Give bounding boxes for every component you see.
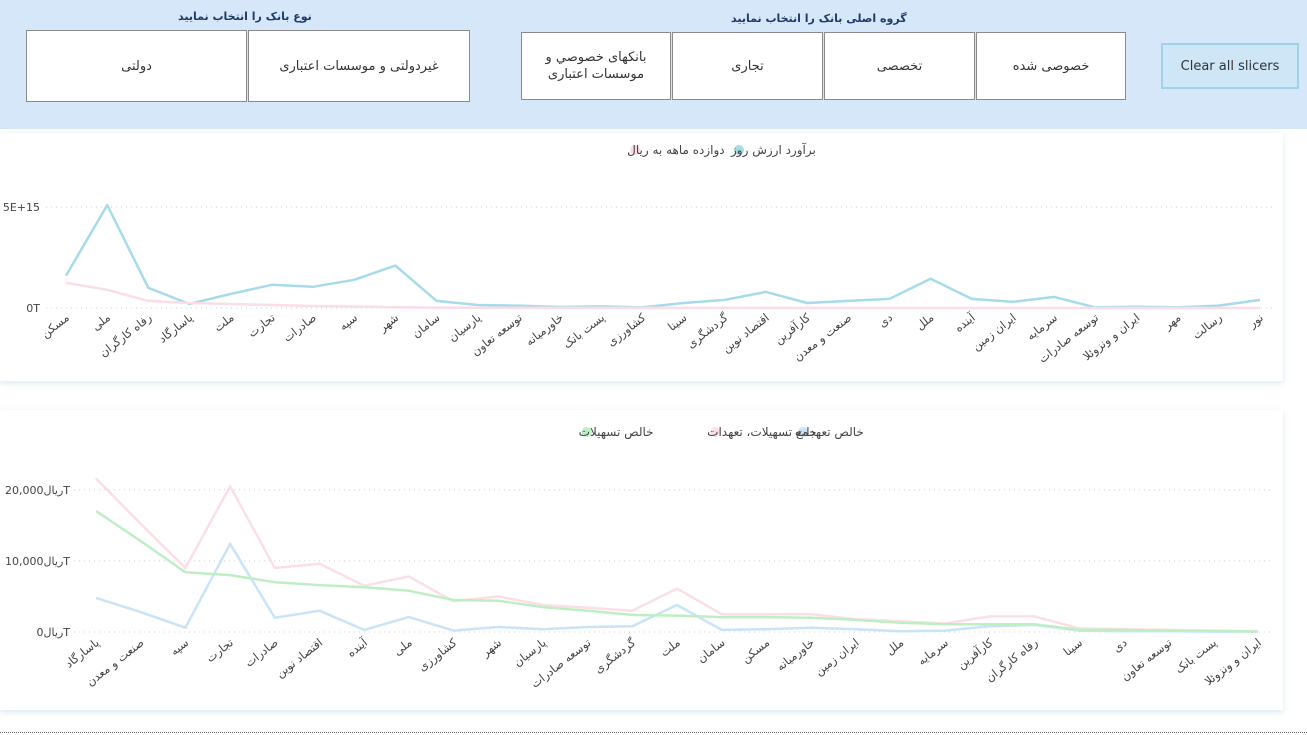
x-tick-label: سینا [665, 310, 689, 333]
estimated-value-line-chart: 0T 5E+15 برآورد ارزش روز دوازده ماهه به ریا… [3, 142, 1272, 367]
x-tick-label: ایران زمین [812, 635, 862, 679]
y-tick-label: ریال10,000T [5, 555, 70, 568]
bank-type-slicer-title: نوع بانک را انتخاب نمایید [178, 10, 312, 23]
chart-panel-2: ریال0T ریال10,000T ریال20,000T خالص تعهدات ج… [0, 410, 1283, 710]
x-tick-label: کشاورزی [604, 310, 649, 350]
legend: خالص تعهداتجمع تسهیلات، تعهداتخالص تسهیل… [579, 425, 864, 440]
x-tick-label: تجارت [203, 635, 236, 666]
x-tick-label: آینده [952, 310, 979, 335]
x-tick-label: شهر [478, 635, 505, 661]
divider [0, 732, 1307, 733]
x-tick-label: سپه [336, 310, 360, 333]
x-tick-label: صادرات [242, 635, 281, 670]
x-tick-label: پاسارگاد [62, 635, 102, 671]
legend-label: خالص تسهیلات [579, 425, 654, 440]
x-tick-label: سینا [1061, 635, 1085, 658]
x-tick-label: گردشگری [591, 635, 639, 677]
y-tick-label: 0T [26, 302, 40, 315]
slicer-option-private-banks[interactable]: بانکهای خصوصي و موسسات اعتباری [521, 32, 671, 100]
legend-label: جمع تسهیلات، تعهدات [707, 425, 817, 439]
legend-label: برآورد ارزش روز [730, 142, 816, 158]
x-tick-label: شهر [375, 310, 402, 336]
x-tick-label: ایران زمین [969, 310, 1019, 354]
x-tick-label: مسکن [739, 635, 773, 666]
x-tick-label: پست بانک [560, 310, 607, 351]
slicer-option-specialized[interactable]: تخصصی [824, 32, 975, 100]
x-tick-label: آینده [344, 635, 371, 660]
slicer-option-state[interactable]: دولتی [26, 30, 247, 102]
x-tick-label: کشاورزی [415, 635, 460, 675]
clear-all-slicers-button[interactable]: Clear all slicers [1161, 43, 1299, 89]
facilities-commitments-line-chart: ریال0T ریال10,000T ریال20,000T خالص تعهداتج… [5, 425, 1272, 692]
y-tick-label: ریال0T [37, 626, 71, 639]
x-tick-label: ملت [211, 310, 236, 334]
x-tick-label: تجارت [245, 310, 278, 341]
series-line-2 [95, 510, 1259, 633]
slicer-panel: نوع بانک را انتخاب نمایید دولتی غیردولتی… [0, 0, 1307, 129]
x-tick-label: ملل [913, 310, 936, 333]
bank-group-slicer-title: گروه اصلی بانک را انتخاب نمایید [731, 12, 907, 25]
x-tick-label: ملی [391, 635, 415, 658]
x-tick-label: نور [1245, 310, 1267, 331]
y-tick-label: ریال20,000T [5, 484, 70, 497]
x-tick-label: سپه [167, 635, 191, 658]
x-tick-label: مهر [1160, 310, 1184, 333]
x-tick-label: سامان [409, 310, 442, 340]
x-tick-label: سامان [694, 635, 727, 665]
x-tick-label: پاسارگاد [156, 310, 196, 346]
x-tick-label: سرمایه [915, 635, 952, 668]
chart-panel-1: 0T 5E+15 برآورد ارزش روز دوازده ماهه به ریا… [0, 133, 1283, 381]
x-tick-label: دی [1110, 635, 1130, 655]
x-tick-label: ملی [89, 310, 113, 333]
legend-label: دوازده ماهه به ریال [627, 143, 724, 158]
x-tick-label: صادرات [280, 310, 319, 345]
slicer-option-nonstate[interactable]: غیردولتی و موسسات اعتباری [248, 30, 470, 102]
series-line-0 [64, 203, 1261, 309]
x-tick-label: ملل [883, 635, 906, 658]
x-tick-label: مسکن [38, 310, 72, 341]
x-tick-label: ملت [657, 635, 682, 659]
legend: برآورد ارزش روز دوازده ماهه به ریال [627, 142, 816, 158]
x-tick-label: اقتصاد نوین [273, 635, 326, 681]
x-tick-label: پارسیان [511, 635, 550, 670]
x-tick-label: خاورمیانه [522, 310, 566, 349]
y-tick-label: 5E+15 [3, 201, 40, 214]
slicer-option-privatized[interactable]: خصوصی شده [976, 32, 1126, 100]
x-tick-label: خاورمیانه [773, 635, 817, 674]
x-tick-label: رسالت [1190, 310, 1226, 342]
slicer-option-commercial[interactable]: تجاری [672, 32, 823, 100]
x-tick-label: دی [876, 310, 896, 330]
